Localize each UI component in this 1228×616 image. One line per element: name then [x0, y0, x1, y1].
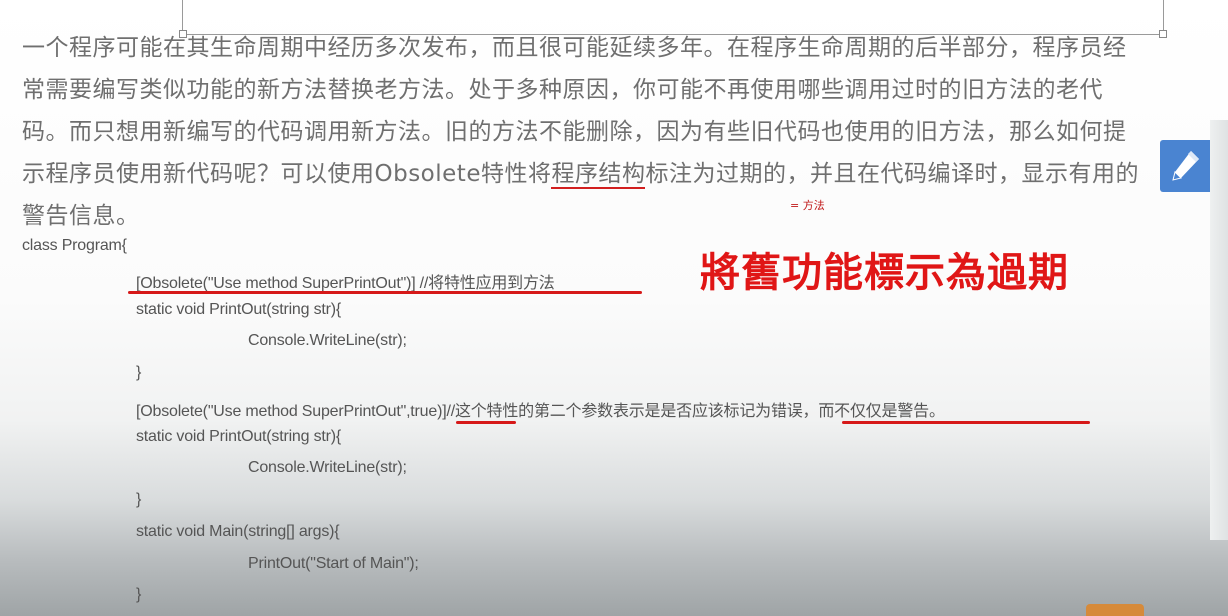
side-panel-strip: [1210, 120, 1228, 540]
underlined-term: 程序结构: [551, 161, 646, 189]
code-line-7: static void PrintOut(string str){: [136, 428, 342, 445]
code-line-3: static void PrintOut(string str){: [136, 301, 342, 318]
annotation-note: = 方法: [790, 199, 825, 212]
code-line-1: class Program{: [22, 237, 127, 254]
selection-handle-br[interactable]: [1159, 30, 1167, 38]
code-line-12: }: [136, 586, 142, 603]
code-line-9: }: [136, 491, 142, 508]
code-line-4: Console.WriteLine(str);: [248, 332, 407, 349]
code-line-5: }: [136, 364, 142, 381]
code-line-8: Console.WriteLine(str);: [248, 459, 407, 476]
corner-tab[interactable]: [1086, 604, 1144, 616]
code-line-2: [Obsolete("Use method SuperPrintOut")] /…: [136, 275, 555, 292]
overlay-title: 將舊功能標示為過期: [700, 250, 1069, 296]
code-line-6: [Obsolete("Use method SuperPrintOut",tru…: [136, 403, 945, 420]
intro-paragraph: 一个程序可能在其生命周期中经历多次发布，而且很可能延续多年。在程序生命周期的后半…: [22, 27, 1142, 237]
code-line-10: static void Main(string[] args){: [136, 523, 340, 540]
code-line-11: PrintOut("Start of Main");: [248, 555, 419, 572]
red-underline-true: [456, 421, 516, 424]
red-underline-obsolete: [128, 291, 642, 294]
pencil-icon: [1169, 148, 1203, 188]
edit-tab-button[interactable]: [1160, 140, 1210, 192]
red-underline-error: [842, 421, 1090, 424]
